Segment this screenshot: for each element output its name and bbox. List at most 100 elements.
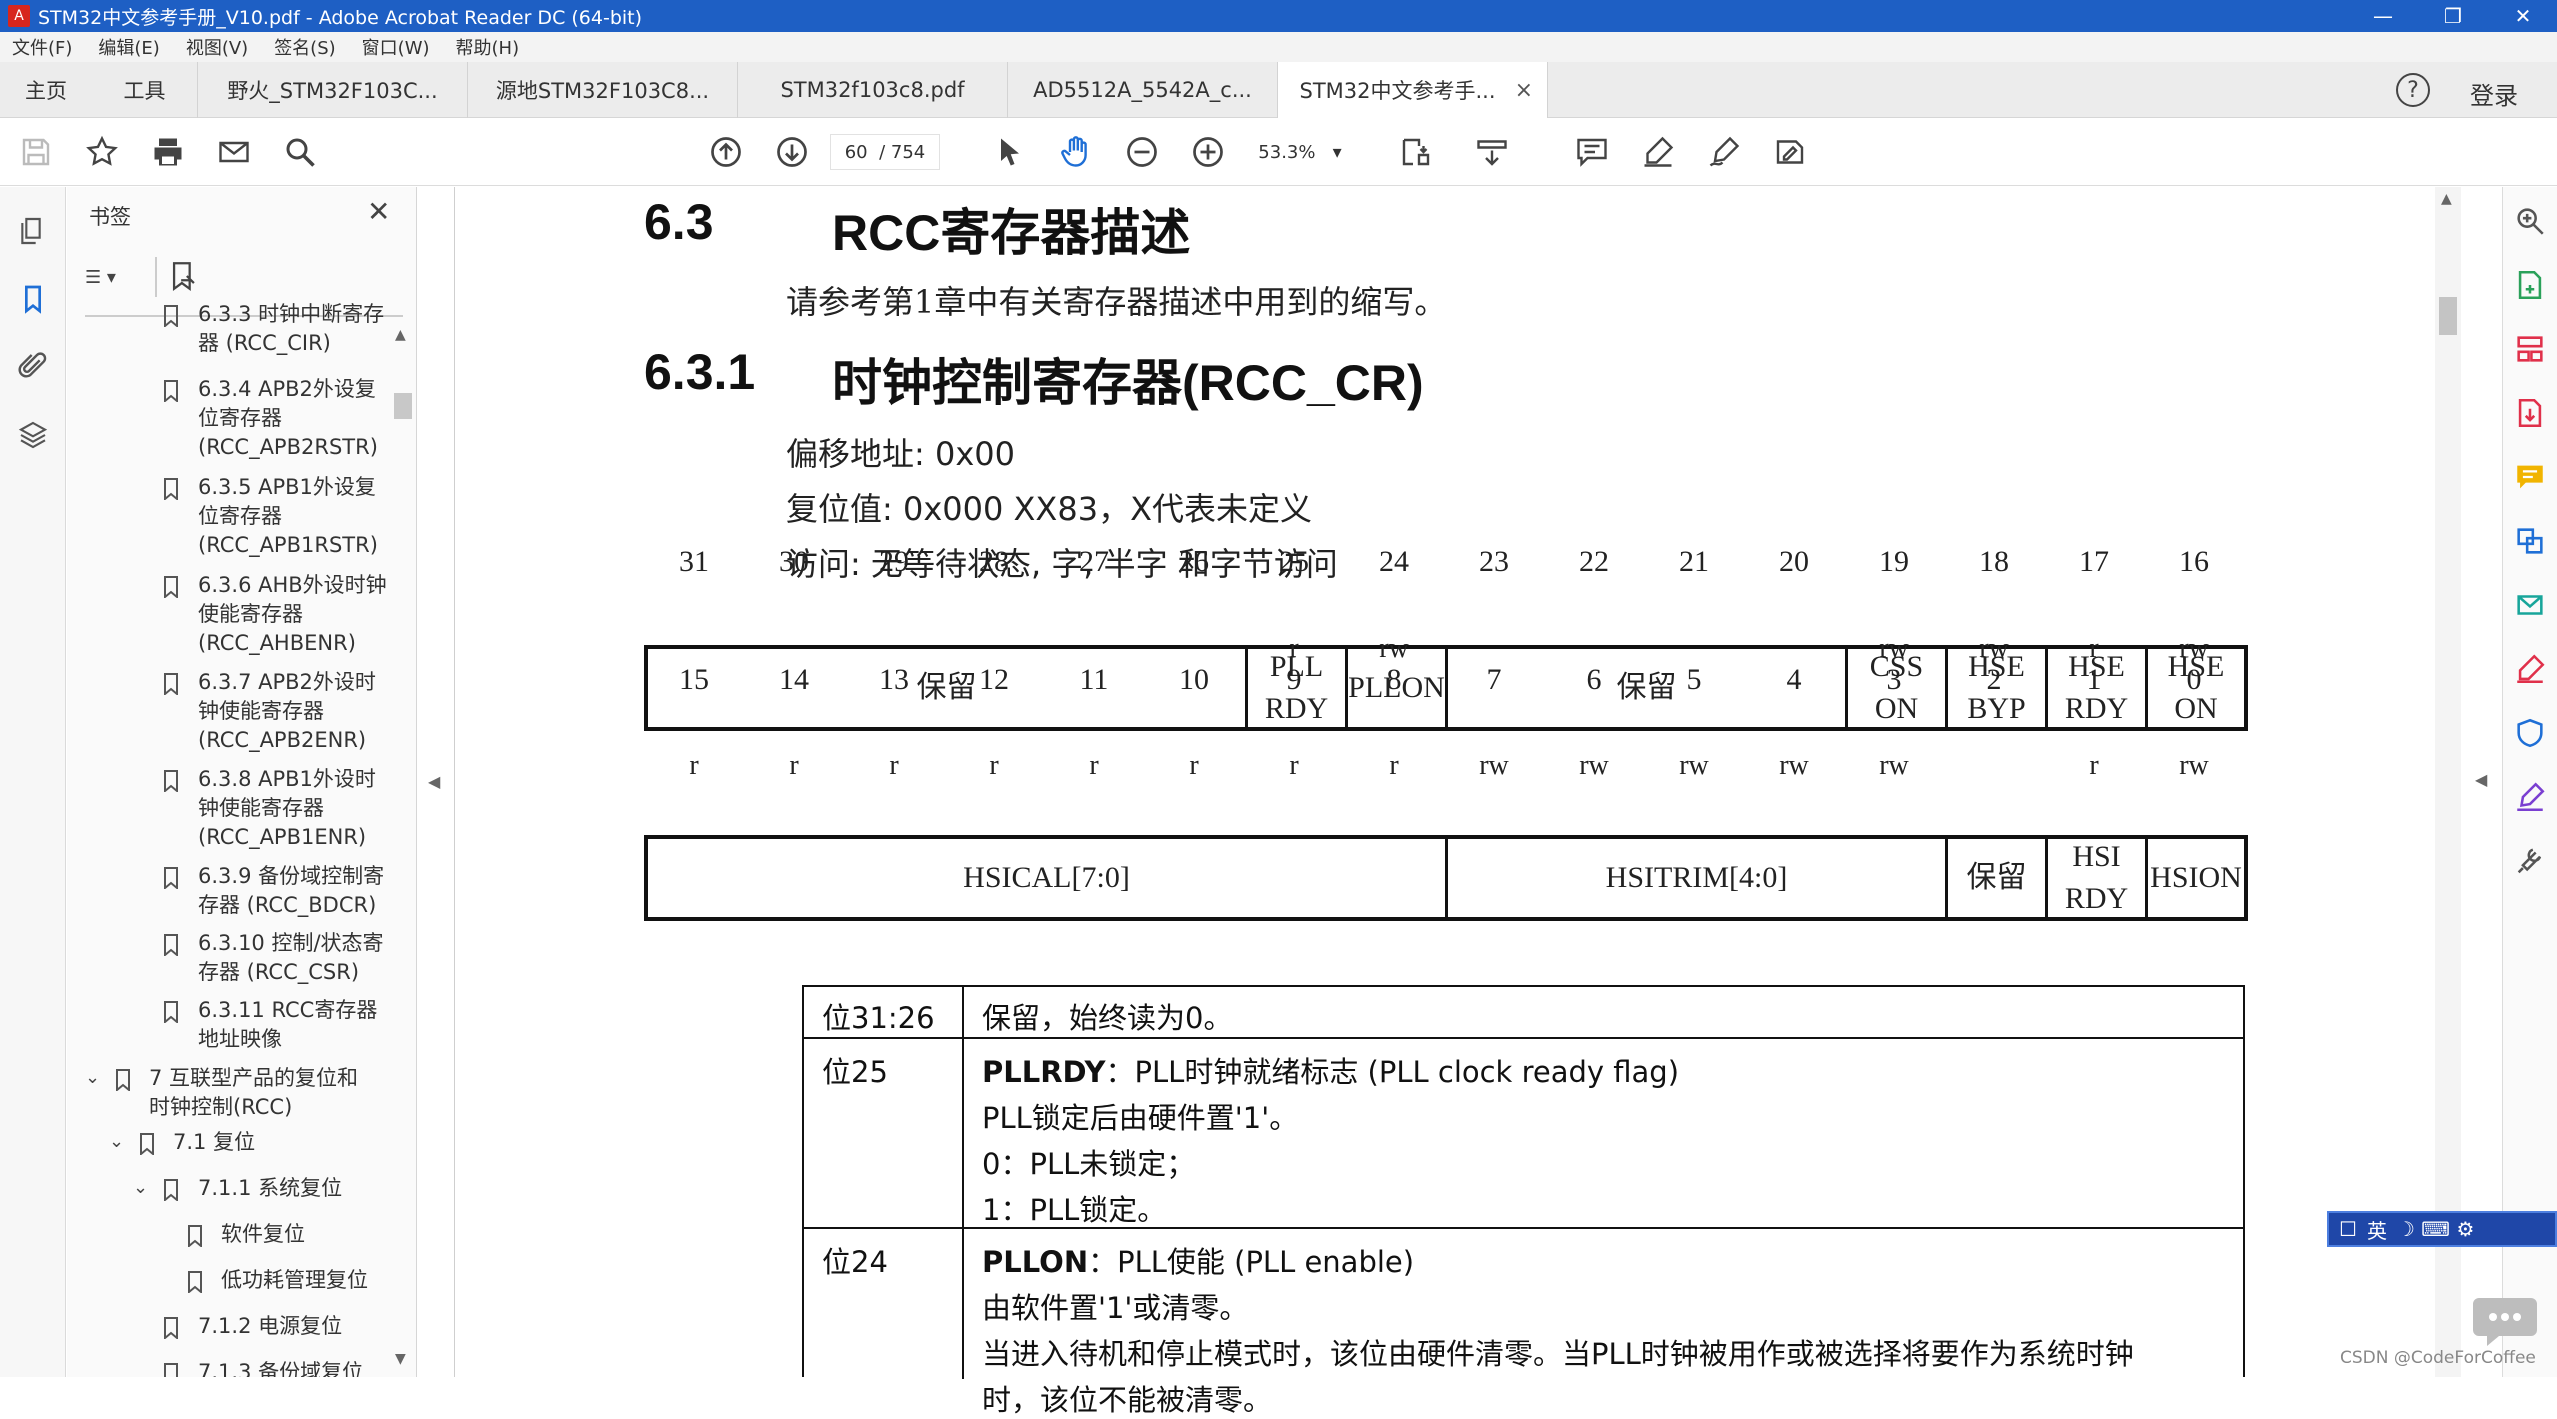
bookmark-item[interactable]: 6.3.3 时钟中断寄存器 (RCC_CIR) — [198, 300, 384, 358]
minimize-button[interactable]: — — [2353, 0, 2413, 32]
expand-panel-icon[interactable]: ◀ — [2475, 770, 2487, 789]
bookmark-item[interactable]: 7.1.1 系统复位 — [198, 1174, 342, 1203]
bookmark-icon[interactable] — [13, 279, 53, 319]
search-icon[interactable] — [278, 130, 322, 174]
tab-document[interactable]: STM32f103c8.pdf — [738, 62, 1008, 118]
zoom-in-icon[interactable] — [1186, 130, 1230, 174]
menu-view[interactable]: 视图(V) — [186, 34, 248, 60]
organize-pages-icon[interactable] — [2512, 331, 2548, 367]
fill-sign-icon[interactable] — [1768, 130, 1812, 174]
bookmark-item[interactable]: 6.3.8 APB1外设时 钟使能寄存器 (RCC_APB1ENR) — [198, 765, 376, 852]
register-lower: HSICAL[7:0] HSITRIM[4:0] 保留 HSI RDY HSION — [644, 835, 2248, 921]
create-pdf-icon[interactable] — [2512, 267, 2548, 303]
comment-tool-icon[interactable] — [2512, 459, 2548, 495]
zoom-tool-icon[interactable] — [2512, 203, 2548, 239]
fill-and-sign-icon[interactable] — [2512, 651, 2548, 687]
bookmark-item[interactable]: 软件复位 — [221, 1220, 305, 1249]
tab-document-label: AD5512A_5542A_c... — [1033, 78, 1252, 102]
ime-language[interactable]: 英 — [2367, 1215, 2387, 1244]
send-for-review-icon[interactable] — [2512, 587, 2548, 623]
bookmark-scrollbar[interactable]: ▲ ▼ — [393, 327, 413, 1377]
menu-file[interactable]: 文件(F) — [12, 34, 72, 60]
draw-signature-icon[interactable] — [1702, 130, 1746, 174]
bookmark-item[interactable]: 7 互联型产品的复位和 时钟控制(RCC) — [149, 1064, 358, 1122]
hand-tool-icon[interactable] — [1054, 130, 1098, 174]
bookmark-item[interactable]: 6.3.7 APB2外设时 钟使能寄存器 (RCC_APB2ENR) — [198, 668, 376, 755]
ime-toolbar[interactable]: ☐ 英 ☽ ⌨ ⚙ — [2327, 1211, 2557, 1247]
scroll-down-icon[interactable]: ▼ — [395, 1351, 406, 1367]
comment-icon[interactable] — [1570, 130, 1614, 174]
bookmark-item-icon — [187, 1271, 203, 1295]
new-bookmark-icon[interactable] — [167, 259, 203, 295]
export-pdf-icon[interactable] — [2512, 395, 2548, 431]
menu-sign[interactable]: 签名(S) — [274, 34, 335, 60]
close-icon[interactable]: ✕ — [367, 195, 390, 228]
email-icon[interactable] — [212, 130, 256, 174]
bookmark-item[interactable]: 7.1.2 电源复位 — [198, 1312, 342, 1341]
bit-access: rw — [1879, 633, 1909, 664]
bookmark-item[interactable]: 7.1.3 备份域复位 — [198, 1358, 363, 1377]
menu-edit[interactable]: 编辑(E) — [98, 34, 159, 60]
scroll-up-icon[interactable]: ▲ — [2441, 191, 2452, 207]
next-page-icon[interactable] — [770, 130, 814, 174]
bit-access: r — [689, 750, 699, 781]
protect-icon[interactable] — [2512, 715, 2548, 751]
collapse-panel-icon[interactable]: ◀ — [428, 772, 440, 791]
page-fit-icon[interactable] — [1394, 130, 1438, 174]
layers-icon[interactable] — [13, 415, 53, 455]
tab-tools[interactable]: 工具 — [92, 62, 198, 118]
bookmark-item[interactable]: 7.1 复位 — [173, 1128, 255, 1157]
bookmark-item[interactable]: 6.3.10 控制/状态寄 存器 (RCC_CSR) — [198, 929, 384, 987]
bookmark-item-icon — [163, 934, 179, 958]
bit-number: 7 — [1486, 663, 1502, 696]
tab-home[interactable]: 主页 — [0, 62, 92, 118]
subsection-title: 时钟控制寄存器(RCC_CR) — [832, 355, 1424, 411]
watermark-text: CSDN @CodeForCoffee — [2340, 1348, 2536, 1368]
bookmark-item[interactable]: 低功耗管理复位 — [221, 1266, 368, 1295]
tab-document[interactable]: 野火_STM32F103C... — [198, 62, 468, 118]
menu-help[interactable]: 帮助(H) — [456, 34, 520, 60]
close-window-button[interactable]: ✕ — [2493, 0, 2553, 32]
bookmark-options-icon[interactable]: ☰ ▾ — [85, 261, 137, 293]
bit-description: 0：PLL未锁定； — [982, 1147, 1196, 1181]
select-cursor-icon[interactable] — [988, 130, 1032, 174]
chevron-down-icon[interactable]: ⌄ — [109, 1131, 124, 1152]
chat-bubble-icon[interactable] — [2473, 1292, 2545, 1352]
bit-number: 10 — [1179, 663, 1209, 696]
chevron-down-icon[interactable]: ⌄ — [85, 1067, 100, 1088]
menu-window[interactable]: 窗口(W) — [362, 34, 430, 60]
star-icon[interactable] — [80, 130, 124, 174]
page-thumbnails-icon[interactable] — [13, 211, 53, 251]
request-signature-icon[interactable] — [2512, 779, 2548, 815]
bookmark-item[interactable]: 6.3.11 RCC寄存器 地址映像 — [198, 996, 377, 1054]
bookmark-item[interactable]: 6.3.9 备份域控制寄 存器 (RCC_BDCR) — [198, 862, 384, 920]
bookmark-item[interactable]: 6.3.6 AHB外设时钟 使能寄存器 (RCC_AHBENR) — [198, 571, 387, 658]
scroll-thumb[interactable] — [394, 393, 412, 419]
scroll-mode-icon[interactable] — [1470, 130, 1514, 174]
highlight-pen-icon[interactable] — [1636, 130, 1680, 174]
more-tools-icon[interactable] — [2512, 843, 2548, 879]
chevron-down-icon[interactable]: ⌄ — [133, 1177, 148, 1198]
previous-page-icon[interactable] — [704, 130, 748, 174]
zoom-out-icon[interactable] — [1120, 130, 1164, 174]
maximize-button[interactable]: ❐ — [2423, 0, 2483, 32]
bookmark-item[interactable]: 6.3.5 APB1外设复 位寄存器 (RCC_APB1RSTR) — [198, 473, 378, 560]
login-button[interactable]: 登录 — [2470, 76, 2518, 111]
tab-document-active[interactable]: STM32中文参考手... × — [1278, 62, 1548, 118]
bookmark-item[interactable]: 6.3.4 APB2外设复 位寄存器 (RCC_APB2RSTR) — [198, 375, 378, 462]
scroll-up-icon[interactable]: ▲ — [395, 327, 406, 343]
scroll-thumb[interactable] — [2439, 297, 2457, 335]
save-icon[interactable] — [14, 130, 58, 174]
tab-document[interactable]: AD5512A_5542A_c... — [1008, 62, 1278, 118]
help-icon[interactable]: ? — [2396, 73, 2430, 107]
combine-files-icon[interactable] — [2512, 523, 2548, 559]
page-number-field[interactable]: 60 / 754 — [830, 134, 940, 170]
attachment-icon[interactable] — [13, 347, 53, 387]
document-scrollbar[interactable]: ▲ — [2435, 187, 2461, 1377]
tab-document[interactable]: 源地STM32F103C8... — [468, 62, 738, 118]
ime-logo-icon[interactable]: ☐ — [2339, 1217, 2357, 1241]
zoom-dropdown[interactable]: 53.3% ▾ — [1240, 134, 1360, 170]
print-icon[interactable] — [146, 130, 190, 174]
ime-tools-icon[interactable]: ☽ ⌨ ⚙ — [2397, 1217, 2474, 1241]
close-tab-icon[interactable]: × — [1515, 78, 1533, 103]
